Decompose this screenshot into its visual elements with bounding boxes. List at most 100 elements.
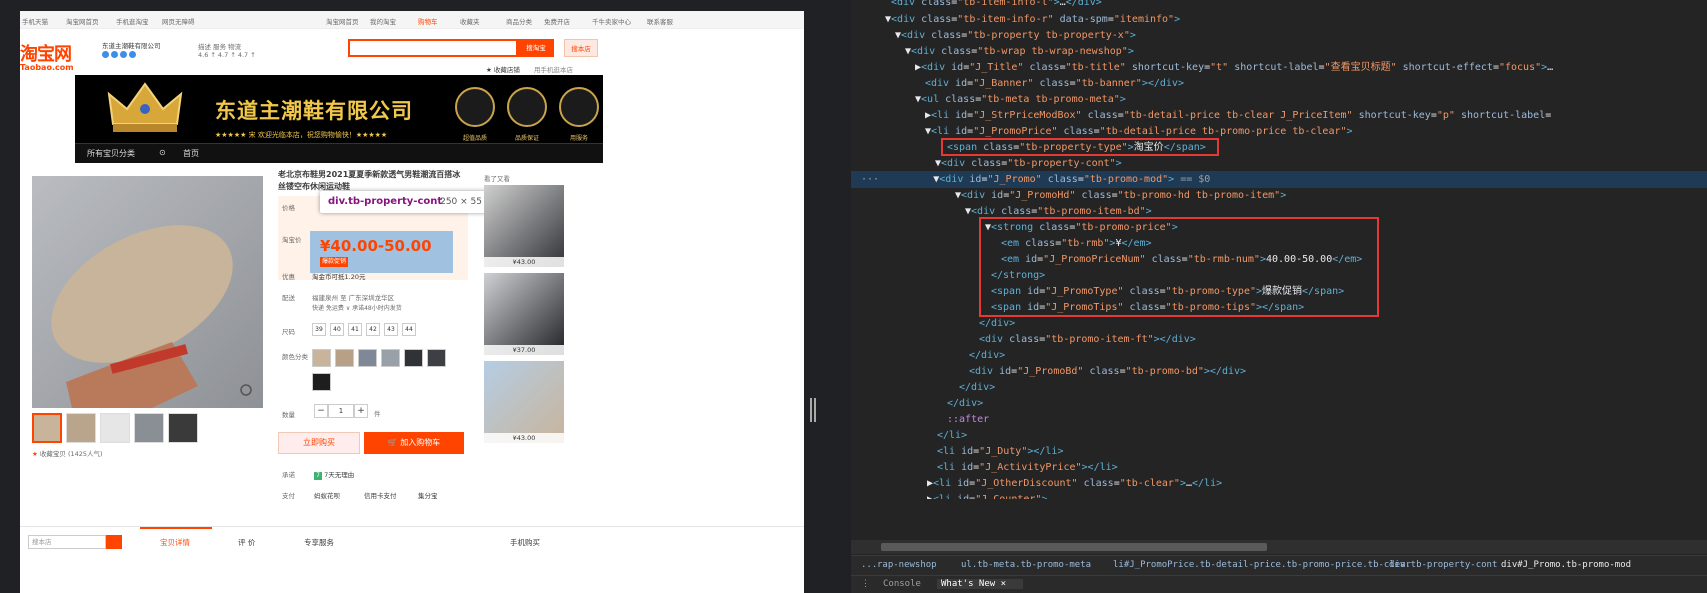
topbar-link[interactable]: 我的淘宝 bbox=[370, 16, 396, 26]
shop-nav-item[interactable]: 所有宝贝分类 bbox=[87, 148, 135, 159]
shop-nav-item[interactable]: 首页 bbox=[183, 148, 199, 159]
taobao-logo[interactable]: 淘宝网 Taobao.com bbox=[20, 40, 90, 76]
color-swatch[interactable] bbox=[312, 349, 331, 367]
size-option[interactable]: 43 bbox=[384, 323, 398, 336]
breadcrumb-item[interactable]: li#J_PromoPrice.tb-detail-price.tb-promo… bbox=[1113, 560, 1411, 570]
splitter-handle[interactable] bbox=[810, 398, 816, 422]
favorite-item-link[interactable]: ★ 收藏宝贝 (1425人气) bbox=[32, 448, 103, 458]
topbar-link[interactable]: 淘宝网首页 bbox=[326, 16, 359, 26]
search-shop-button[interactable]: 搜本店 bbox=[564, 39, 598, 57]
size-option[interactable]: 40 bbox=[330, 323, 344, 336]
dom-node[interactable]: ▶<li id="J_Counter"> bbox=[927, 491, 1047, 499]
dom-node[interactable]: </strong> bbox=[991, 267, 1045, 284]
size-option[interactable]: 44 bbox=[402, 323, 416, 336]
quantity-increase-button[interactable]: + bbox=[354, 404, 368, 418]
recommend-item[interactable]: ¥43.00 bbox=[484, 185, 564, 267]
tab-details[interactable]: 宝贝详情 bbox=[160, 537, 190, 548]
thumbnail[interactable] bbox=[66, 413, 96, 443]
mobile-shop-link[interactable]: 用手机逛本店 bbox=[534, 64, 573, 74]
thumbnail[interactable] bbox=[32, 413, 62, 443]
dom-node[interactable]: </div> bbox=[959, 379, 995, 396]
breadcrumb-item[interactable]: ul.tb-meta.tb-promo-meta bbox=[961, 560, 1091, 570]
topbar-link[interactable]: 收藏夹 bbox=[460, 16, 480, 26]
thumbnail[interactable] bbox=[134, 413, 164, 443]
scrollbar-thumb[interactable] bbox=[881, 543, 1267, 551]
size-option[interactable]: 39 bbox=[312, 323, 326, 336]
recommend-item[interactable]: ¥37.00 bbox=[484, 273, 564, 355]
tab-mobile-buy[interactable]: 手机购买 bbox=[510, 537, 540, 548]
thumbnail[interactable] bbox=[168, 413, 198, 443]
color-swatch[interactable] bbox=[381, 349, 400, 367]
quantity-input[interactable]: 1 bbox=[328, 404, 354, 418]
dom-node[interactable]: <li id="J_ActivityPrice"></li> bbox=[937, 459, 1118, 476]
dom-node[interactable]: ▼<strong class="tb-promo-price"> bbox=[985, 219, 1178, 236]
color-swatch[interactable] bbox=[335, 349, 354, 367]
favorite-shop-link[interactable]: ★ 收藏店铺 bbox=[486, 64, 520, 74]
topbar-link[interactable]: 联系客服 bbox=[647, 16, 673, 26]
dom-node[interactable]: ▶<div id="J_Title" class="tb-title" shor… bbox=[915, 59, 1553, 76]
topbar-link[interactable]: 网页无障碍 bbox=[162, 16, 195, 26]
dom-node[interactable]: <div class="tb-item-info-l">…</div> bbox=[891, 0, 1102, 11]
dom-node[interactable]: <div id="J_PromoBd" class="tb-promo-bd">… bbox=[969, 363, 1246, 380]
dom-node[interactable]: <div class="tb-promo-item-ft"></div> bbox=[979, 331, 1196, 348]
topbar-link[interactable]: 千牛卖家中心 bbox=[592, 16, 631, 26]
shop-name[interactable]: 东道主潮鞋有限公司 bbox=[102, 40, 161, 50]
topbar-link[interactable]: 手机天猫 bbox=[22, 16, 48, 26]
dom-node[interactable]: </div> bbox=[947, 395, 983, 412]
dom-node[interactable]: ▶<li id="J_StrPriceModBox" class="tb-det… bbox=[925, 107, 1551, 124]
chevron-down-icon[interactable]: ⊙ bbox=[159, 148, 166, 157]
dom-node[interactable]: ::after bbox=[947, 411, 989, 428]
search-icon[interactable] bbox=[106, 535, 122, 549]
dom-node[interactable]: ▼<ul class="tb-meta tb-promo-meta"> bbox=[915, 91, 1126, 108]
dom-node-selected[interactable]: ··· ▼<div id="J_Promo" class="tb-promo-m… bbox=[851, 171, 1707, 188]
dom-node[interactable]: <em class="tb-rmb">¥</em> bbox=[1001, 235, 1152, 252]
color-swatch[interactable] bbox=[358, 349, 377, 367]
thumbnail[interactable] bbox=[100, 413, 130, 443]
tab-reviews[interactable]: 评 价 bbox=[238, 537, 255, 548]
tab-services[interactable]: 专享服务 bbox=[304, 537, 334, 548]
tab-whats-new[interactable]: What's New × bbox=[937, 579, 1023, 589]
add-to-cart-button[interactable]: 🛒 加入购物车 bbox=[364, 432, 464, 454]
horizontal-scrollbar[interactable] bbox=[851, 540, 1707, 554]
dom-node[interactable]: <div id="J_Banner" class="tb-banner"></d… bbox=[925, 75, 1184, 92]
recommend-item[interactable]: ¥43.00 bbox=[484, 361, 564, 443]
buy-now-button[interactable]: 立即购买 bbox=[278, 432, 360, 454]
dom-node[interactable]: <em id="J_PromoPriceNum" class="tb-rmb-n… bbox=[1001, 251, 1362, 268]
product-main-image[interactable] bbox=[32, 176, 263, 408]
shop-search-input[interactable]: 搜本店 bbox=[28, 535, 106, 549]
breadcrumb-item[interactable]: rap-newshop bbox=[877, 560, 937, 570]
dom-node[interactable]: <li id="J_Duty"></li> bbox=[937, 443, 1063, 460]
ship-fee[interactable]: 快递 免运费 ∨ 承诺48小时内发货 bbox=[312, 303, 402, 312]
dom-node[interactable]: ▼<div class="tb-item-info-r" data-spm="i… bbox=[885, 11, 1180, 28]
topbar-link[interactable]: 免费开店 bbox=[544, 16, 570, 26]
size-option[interactable]: 41 bbox=[348, 323, 362, 336]
dom-node[interactable]: <span class="tb-property-type">淘宝价</span… bbox=[947, 139, 1206, 156]
color-swatch[interactable] bbox=[404, 349, 423, 367]
dom-node[interactable]: ▼<div class="tb-property-cont"> bbox=[935, 155, 1122, 172]
dom-node[interactable]: ▼<div id="J_PromoHd" class="tb-promo-hd … bbox=[955, 187, 1286, 204]
dom-node[interactable]: ▼<div class="tb-property tb-property-x"> bbox=[895, 27, 1136, 44]
shop-banner[interactable]: 东道主潮鞋有限公司 ★★★★★ 宋 欢迎光临本店，祝您购物愉快！★★★★★ 超值… bbox=[75, 75, 603, 163]
color-swatch[interactable] bbox=[312, 373, 331, 391]
size-option[interactable]: 42 bbox=[366, 323, 380, 336]
breadcrumb-item[interactable]: div.tb-property-cont bbox=[1389, 560, 1497, 570]
dom-node[interactable]: <span id="J_PromoType" class="tb-promo-t… bbox=[991, 283, 1344, 300]
topbar-link[interactable]: 商品分类 bbox=[506, 16, 532, 26]
tab-console[interactable]: Console bbox=[883, 579, 921, 589]
color-swatch[interactable] bbox=[427, 349, 446, 367]
dom-node[interactable]: <span id="J_PromoTips" class="tb-promo-t… bbox=[991, 299, 1304, 316]
cart-link[interactable]: 购物车 bbox=[418, 16, 438, 26]
dom-node[interactable]: </div> bbox=[969, 347, 1005, 364]
dom-node[interactable]: ▶<li id="J_OtherDiscount" class="tb-clea… bbox=[927, 475, 1222, 492]
close-icon[interactable]: × bbox=[1001, 579, 1006, 589]
search-taobao-button[interactable]: 搜淘宝 bbox=[518, 39, 554, 57]
quantity-decrease-button[interactable]: − bbox=[314, 404, 328, 418]
topbar-link[interactable]: 淘宝网首页 bbox=[66, 16, 99, 26]
topbar-link[interactable]: 手机逛淘宝 bbox=[116, 16, 149, 26]
search-input[interactable] bbox=[348, 39, 518, 57]
dom-node[interactable]: </div> bbox=[979, 315, 1015, 332]
drawer-menu-icon[interactable]: ⋮ bbox=[861, 579, 870, 589]
dom-node[interactable]: ▼<div class="tb-wrap tb-wrap-newshop"> bbox=[905, 43, 1134, 60]
dom-node[interactable]: </li> bbox=[937, 427, 967, 444]
breadcrumb-item[interactable]: ... bbox=[861, 560, 877, 570]
